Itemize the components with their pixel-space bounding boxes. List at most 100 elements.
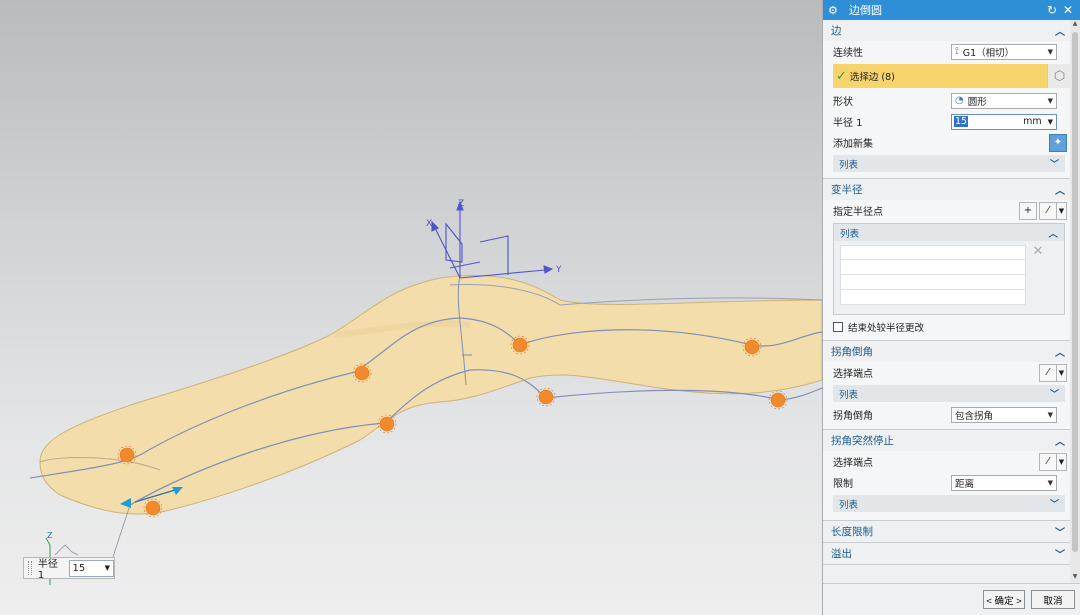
chevron-down-icon[interactable]: ▼	[1048, 118, 1053, 126]
dialog-footer: < 确定 > 取消	[823, 583, 1080, 615]
dialog-titlebar: ⚙ 边倒圆 ↻ ✕	[823, 0, 1080, 20]
chevron-down-icon[interactable]: ﹀	[1055, 524, 1065, 539]
gear-icon[interactable]: ⚙	[828, 4, 841, 17]
list-label: 列表	[839, 499, 859, 511]
cube-icon[interactable]: ⬡	[1047, 64, 1071, 88]
radius-unit: mm	[1023, 116, 1042, 127]
overflow-header[interactable]: 溢出 ﹀	[823, 543, 1071, 564]
radius-input[interactable]: 15 mm ▼	[951, 113, 1057, 130]
shape-select[interactable]: ◔ 圆形 ▼	[951, 92, 1057, 109]
chevron-up-icon: ︿	[1048, 228, 1058, 240]
variable-radius-header[interactable]: 变半径 ︿	[823, 179, 1071, 200]
stop-short-header[interactable]: 拐角突然停止 ︿	[823, 430, 1071, 451]
graphics-viewport[interactable]: X Z Y Z 半径 1 15 ▼	[0, 0, 822, 615]
add-set-label: 添加新集	[833, 139, 873, 150]
length-limit-header[interactable]: 长度限制 ﹀	[823, 521, 1071, 542]
smooth-change-label: 结束处较半径更改	[848, 323, 925, 334]
radius-point-list-header[interactable]: 列表 ︿	[834, 224, 1064, 241]
setback-list-toggle[interactable]: 列表 ﹀	[833, 385, 1065, 402]
radius-row: 半径 1 15 mm ▼	[823, 111, 1071, 132]
specify-point-row: 指定半径点 + ⁄ ▼	[823, 200, 1071, 221]
add-set-button[interactable]: ✦	[1049, 133, 1067, 152]
model-canvas[interactable]: X Z Y Z	[0, 0, 822, 615]
chevron-down-icon[interactable]: ▼	[1057, 452, 1067, 471]
chevron-up-icon[interactable]: ︿	[1055, 23, 1065, 38]
on-screen-radius-input[interactable]: 半径 1 15 ▼	[23, 557, 115, 581]
chevron-down-icon: ▼	[1047, 96, 1053, 105]
corner-setback-value: 包含拐角	[955, 410, 994, 422]
scroll-down-icon[interactable]: ▼	[1070, 573, 1080, 583]
stop-short-section: 拐角突然停止 ︿ 选择端点 ⁄ ▼ 限制 距离 ▼ 列表 ﹀	[823, 430, 1071, 521]
corner-setback-header[interactable]: 拐角倒角 ︿	[823, 341, 1071, 362]
shape-row: 形状 ◔ 圆形 ▼	[823, 90, 1071, 111]
scroll-thumb[interactable]	[1072, 32, 1078, 552]
scroll-up-icon[interactable]: ▲	[1070, 20, 1080, 30]
select-edge-row[interactable]: ✓ 选择边 (8) ⬡	[833, 64, 1071, 88]
list-item[interactable]	[840, 245, 1026, 260]
list-item[interactable]	[840, 260, 1026, 275]
select-endpoint-label: 选择端点	[833, 369, 873, 380]
edge-list-toggle[interactable]: 列表 ﹀	[833, 155, 1065, 172]
chevron-up-icon[interactable]: ︿	[1055, 433, 1065, 448]
length-limit-section: 长度限制 ﹀	[823, 521, 1071, 543]
limit-value: 距离	[955, 478, 975, 490]
radius-label: 半径 1	[833, 118, 863, 129]
chevron-down-icon[interactable]: ▼	[1057, 363, 1067, 382]
limit-select[interactable]: 距离 ▼	[951, 474, 1057, 491]
corner-setback-select[interactable]: 包含拐角 ▼	[951, 406, 1057, 423]
chevron-down-icon: ﹀	[1049, 390, 1059, 400]
radius-label: 半径 1	[37, 559, 58, 581]
point-snap-button[interactable]: ⁄	[1039, 201, 1057, 220]
continuity-select[interactable]: ⟟ G1（相切） ▼	[951, 43, 1057, 60]
section-title: 变半径	[831, 184, 863, 196]
triad-z-label: Z	[47, 531, 53, 540]
tangent-continuity-icon: ⟟	[955, 46, 959, 57]
wand-icon: ⁄	[1047, 367, 1049, 378]
dialog-title: 边倒圆	[849, 4, 882, 17]
reset-icon[interactable]: ↻	[1045, 3, 1059, 17]
axis-y-label: Y	[555, 265, 562, 275]
corner-setback-label: 拐角倒角	[833, 411, 873, 422]
select-endpoint-label: 选择端点	[833, 458, 873, 469]
section-title: 拐角突然停止	[831, 435, 894, 447]
chevron-down-icon: ▼	[1047, 47, 1053, 56]
section-title: 溢出	[831, 548, 852, 560]
drag-handle[interactable]	[28, 561, 32, 575]
point-icon: +	[1023, 205, 1033, 216]
ok-button[interactable]: < 确定 >	[983, 590, 1025, 609]
chevron-down-icon[interactable]: ▼	[105, 564, 110, 572]
edge-section: 边 ︿ 连续性 ⟟ G1（相切） ▼ ✓ 选择边 (8) ⬡ 形状 ◔ 圆形 ▼…	[823, 20, 1071, 179]
setback-endpoint-row: 选择端点 ⁄ ▼	[823, 362, 1071, 383]
wand-icon: ⁄	[1047, 205, 1049, 216]
chevron-up-icon[interactable]: ︿	[1055, 182, 1065, 197]
section-title: 边	[831, 25, 842, 37]
add-sparkle-icon: ✦	[1053, 137, 1063, 148]
stop-list-toggle[interactable]: 列表 ﹀	[833, 495, 1065, 512]
list-label: 列表	[839, 389, 859, 401]
coordinate-system[interactable]	[431, 200, 554, 279]
continuity-row: 连续性 ⟟ G1（相切） ▼	[823, 41, 1071, 62]
smooth-change-row: 结束处较半径更改	[823, 318, 1071, 336]
chevron-down-icon: ﹀	[1049, 500, 1059, 510]
point-dialog-button[interactable]: +	[1019, 201, 1037, 220]
circular-shape-icon: ◔	[955, 95, 964, 106]
cancel-button[interactable]: 取消	[1031, 590, 1075, 609]
list-item[interactable]	[840, 275, 1026, 290]
chevron-up-icon[interactable]: ︿	[1055, 344, 1065, 359]
chevron-down-icon[interactable]: ▼	[1057, 201, 1067, 220]
add-set-row: 添加新集 ✦	[823, 132, 1071, 153]
chevron-down-icon[interactable]: ﹀	[1055, 546, 1065, 561]
endpoint-snap-button[interactable]: ⁄	[1039, 363, 1057, 382]
close-icon[interactable]: ✕	[1061, 3, 1075, 17]
part-body[interactable]	[39, 275, 822, 515]
continuity-label: 连续性	[833, 48, 863, 59]
endpoint-snap-button[interactable]: ⁄	[1039, 452, 1057, 471]
delete-icon[interactable]: ✕	[1030, 245, 1046, 261]
smooth-change-checkbox[interactable]	[833, 322, 843, 332]
radius-value-field[interactable]: 15 ▼	[68, 559, 114, 577]
edge-section-header[interactable]: 边 ︿	[823, 20, 1071, 41]
list-item[interactable]	[840, 290, 1026, 305]
corner-setback-row: 拐角倒角 包含拐角 ▼	[823, 404, 1071, 425]
overflow-section: 溢出 ﹀	[823, 543, 1071, 565]
panel-scrollbar[interactable]: ▲ ▼	[1070, 20, 1080, 583]
